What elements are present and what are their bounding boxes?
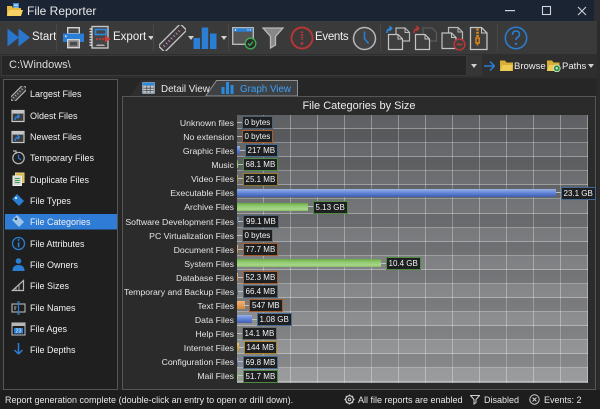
svg-text:Graph View: Graph View: [240, 84, 292, 95]
svg-text:Detail View: Detail View: [161, 84, 211, 95]
svg-text:23: 23: [15, 329, 21, 335]
